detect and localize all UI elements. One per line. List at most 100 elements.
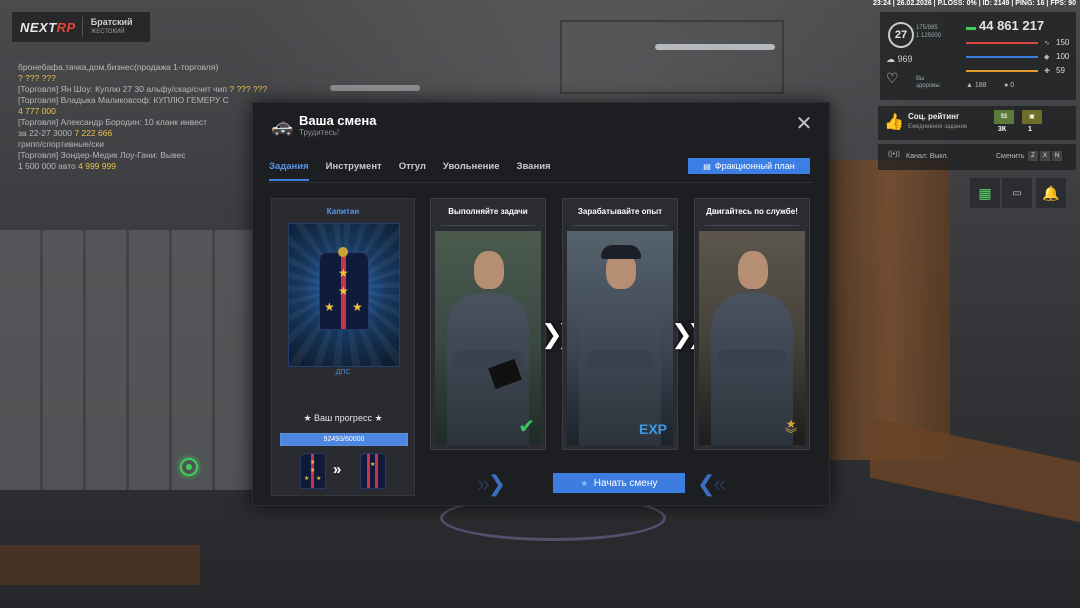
rank-progress-bar: 92493/60000 bbox=[280, 433, 408, 446]
shield-icon: ◆ bbox=[1044, 53, 1050, 61]
step-card-tasks: Выполняйте задачи ✔ bbox=[430, 198, 546, 450]
small-stats: ▲ 188 ● 0 bbox=[966, 82, 1015, 89]
ceiling-light bbox=[330, 85, 420, 91]
thumbs-up-icon: 👍 bbox=[884, 114, 904, 131]
chat-line: бронебафа,тачка,дом,бизнес(продажа 1-тор… bbox=[18, 62, 219, 72]
key-hint: Z bbox=[1028, 151, 1038, 161]
step-title: Двигайтесь по службе! bbox=[706, 207, 798, 216]
ceiling-frame bbox=[560, 20, 784, 94]
badge-value: 1 bbox=[1028, 126, 1032, 133]
epaulette-icon: ★ ★ ★ ★ bbox=[319, 247, 369, 330]
rating-subtitle: Ежедневное задание bbox=[908, 124, 968, 130]
server-name-block: Братский ЖЕСТОКИЙ bbox=[81, 17, 133, 37]
current-rank-icon: ★ ★ ★ ★ bbox=[300, 453, 326, 489]
tab-tools[interactable]: Инструмент bbox=[326, 159, 382, 181]
step-card-promotion: Двигайтесь по службе! ★ ︾ bbox=[694, 198, 810, 450]
heart-icon: ♡ bbox=[886, 70, 899, 86]
donate-display: ☁ 969 bbox=[886, 54, 913, 64]
armor-row: ◆ 100 bbox=[966, 52, 1069, 61]
level-block: 27 175/995 1 125000 bbox=[886, 18, 964, 54]
channel-label: Канал: Выкл. bbox=[906, 153, 949, 160]
key-hint: N bbox=[1052, 151, 1062, 161]
officer-cap-image: EXP bbox=[567, 231, 673, 445]
server-subtitle: ЖЕСТОКИЙ bbox=[90, 29, 125, 35]
ceiling-light bbox=[655, 44, 775, 50]
wooden-door bbox=[830, 160, 950, 460]
player-hud: 27 175/995 1 125000 ▬ 44 861 217 ∿ 150 ◆ 100… bbox=[880, 12, 1076, 100]
phone-button[interactable]: ▭ bbox=[1002, 178, 1032, 208]
chevrons-right-icon: ››❯ bbox=[477, 471, 506, 496]
exp-icon: EXP bbox=[638, 421, 667, 437]
heartbeat-icon: ∿ bbox=[1044, 39, 1050, 47]
social-rating-panel[interactable]: 👍 Соц. рейтинг Ежедневное задание $$ 3К … bbox=[878, 106, 1076, 140]
progress-label: ★ Ваш прогресс ★ bbox=[303, 413, 383, 423]
step-card-experience: Зарабатывайте опыт EXP bbox=[562, 198, 678, 450]
brand-logo: NEXTRP bbox=[20, 19, 76, 35]
bell-icon: 🔔 bbox=[1042, 184, 1060, 201]
rank-card: Капитан ★ ★ ★ ★ ДПС ★ Ваш прогресс ★ 924… bbox=[271, 198, 415, 496]
antenna-icon: ((•)) bbox=[888, 151, 900, 158]
officer-tablet-image: ✔ bbox=[435, 231, 541, 445]
faction-plan-button[interactable]: ▤ Фракционный план bbox=[688, 158, 810, 174]
health-bar bbox=[966, 41, 1038, 44]
step-divider bbox=[705, 225, 799, 226]
hunger-row: ✚ 59 bbox=[966, 66, 1065, 75]
interaction-marker[interactable] bbox=[180, 458, 198, 476]
tab-ranks[interactable]: Звания bbox=[517, 159, 551, 181]
armor-bar bbox=[966, 55, 1038, 58]
checkmark-icon: ✔ bbox=[518, 416, 535, 438]
tab-dismissal[interactable]: Увольнение bbox=[443, 159, 500, 181]
chat-line: ? ??? ??? bbox=[18, 73, 56, 83]
progress-value: 92493/60000 bbox=[323, 436, 365, 443]
tab-tasks[interactable]: Задания bbox=[269, 159, 309, 181]
tab-day-off[interactable]: Отгул bbox=[399, 159, 426, 181]
officer-standing-image: ★ ︾ bbox=[699, 231, 805, 445]
cash-icon: ▬ bbox=[966, 22, 976, 33]
close-icon: ✕ bbox=[795, 113, 813, 135]
step-divider bbox=[573, 225, 667, 226]
close-button[interactable]: ✕ bbox=[795, 113, 813, 135]
badge-value: 3К bbox=[998, 126, 1007, 133]
bench bbox=[0, 545, 200, 585]
star-icon: ★ bbox=[580, 478, 588, 488]
epaulette-image: ★ ★ ★ ★ bbox=[288, 223, 400, 367]
status-line: 23:24 | 26.02.2026 | P.LOSS: 0% | ID: 21… bbox=[872, 0, 1076, 7]
hunger-bar bbox=[966, 69, 1038, 72]
phone-icon: ▭ bbox=[1012, 187, 1022, 199]
health-status: Вы здоровы bbox=[916, 76, 940, 89]
health-row: ∿ 150 bbox=[966, 38, 1069, 47]
shift-modal: 🚓 Ваша смена Трудитесь! ✕ Задания Инстру… bbox=[252, 102, 830, 506]
next-rank-icon: ★ bbox=[360, 453, 386, 489]
document-icon: ▤ bbox=[703, 161, 711, 171]
level-badge: 27 bbox=[888, 22, 914, 48]
notifications-button[interactable]: 🔔 bbox=[1036, 178, 1066, 208]
start-shift-button[interactable]: ★ Начать смену bbox=[553, 473, 685, 493]
step-title: Зарабатывайте опыт bbox=[577, 207, 663, 216]
rating-title: Соц. рейтинг bbox=[908, 112, 960, 121]
chat-line: [Торговля] Ян Шоу: Куплю 27 30 альфу/ска… bbox=[18, 84, 268, 94]
radio-channel-panel[interactable]: ((•)) Канал: Выкл. Сменить Z X N bbox=[878, 144, 1076, 170]
modal-title: Ваша смена bbox=[299, 113, 377, 128]
rank-chevron-icon: ★ ︾ bbox=[784, 417, 797, 441]
level-progress: 175/995 1 125000 bbox=[916, 25, 942, 39]
tab-bar: Задания Инструмент Отгул Увольнение Зван… bbox=[269, 159, 568, 181]
calendar-icon: ▦ bbox=[978, 184, 992, 201]
double-arrow-icon: » bbox=[333, 461, 342, 478]
ticket-badge-icon: ▣ bbox=[1022, 110, 1042, 124]
food-icon: ✚ bbox=[1044, 67, 1050, 75]
calendar-button[interactable]: ▦ bbox=[970, 178, 1000, 208]
rank-department: ДПС bbox=[335, 369, 351, 376]
key-hint: X bbox=[1040, 151, 1050, 161]
lockers bbox=[0, 230, 260, 490]
step-divider bbox=[441, 225, 535, 226]
tabs-divider bbox=[269, 182, 813, 183]
server-logo: NEXTRP Братский ЖЕСТОКИЙ bbox=[12, 12, 150, 42]
chevrons-left-icon: ❮‹‹ bbox=[697, 471, 726, 496]
server-name: Братский bbox=[90, 17, 133, 27]
police-car-icon: 🚓 bbox=[271, 116, 294, 136]
step-title: Выполняйте задачи bbox=[448, 207, 528, 216]
modal-subtitle: Трудитесь! bbox=[299, 128, 340, 137]
rank-title: Капитан bbox=[326, 207, 360, 216]
money-display: ▬ 44 861 217 bbox=[966, 18, 1045, 33]
channel-switch-label: Сменить bbox=[996, 153, 1025, 160]
